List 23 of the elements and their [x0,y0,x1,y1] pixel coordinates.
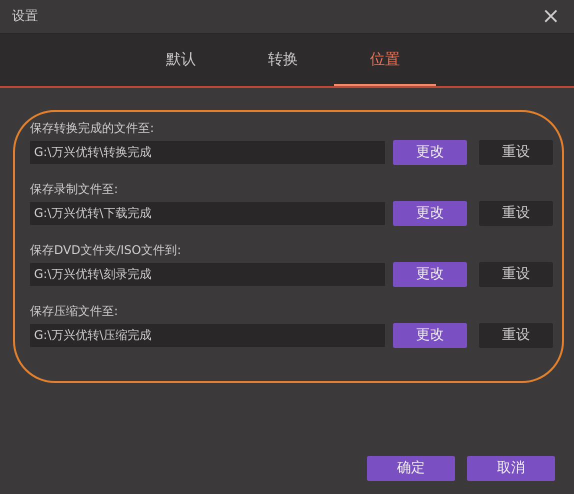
field-label: 保存转换完成的文件至: [30,120,156,137]
cancel-button[interactable]: 取消 [467,456,555,481]
reset-button[interactable]: 重设 [479,323,553,348]
field-label: 保存DVD文件夹/ISO文件到: [30,242,182,259]
change-button[interactable]: 更改 [393,323,467,348]
change-button[interactable]: 更改 [393,201,467,226]
path-field[interactable]: G:\万兴优转\刻录完成 [30,263,385,286]
close-button[interactable]: × [540,6,562,28]
path-field[interactable]: G:\万兴优转\转换完成 [30,141,385,164]
reset-button[interactable]: 重设 [479,140,553,165]
tab[interactable]: 转换 [232,34,334,86]
reset-button[interactable]: 重设 [479,201,553,226]
path-field[interactable]: G:\万兴优转\下载完成 [30,202,385,225]
window-title: 设置 [12,8,38,26]
reset-button[interactable]: 重设 [479,262,553,287]
change-button[interactable]: 更改 [393,140,467,165]
field-label: 保存录制文件至: [30,181,120,198]
field-label: 保存压缩文件至: [30,303,120,320]
tab[interactable]: 位置 [334,34,436,86]
path-field[interactable]: G:\万兴优转\压缩完成 [30,324,385,347]
change-button[interactable]: 更改 [393,262,467,287]
confirm-button[interactable]: 确定 [367,456,455,481]
tab[interactable]: 默认 [130,34,232,86]
